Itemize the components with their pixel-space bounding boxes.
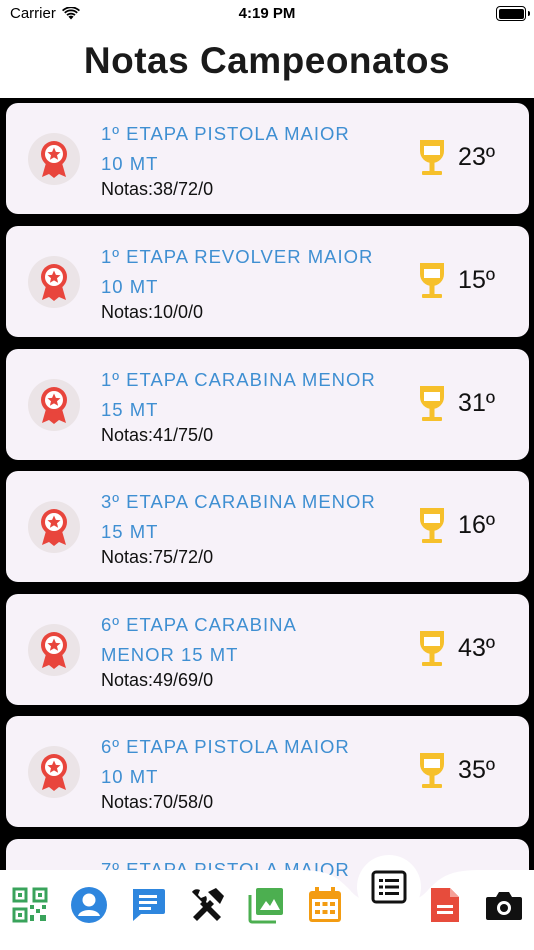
card-title-line2: 10 MT xyxy=(101,276,159,297)
card-placement: 31º xyxy=(418,383,495,423)
card-title: 6º ETAPA CARABINA MENOR 15 MT xyxy=(101,610,401,670)
card-title-line1: 1º ETAPA PISTOLA MAIOR xyxy=(101,123,350,144)
qr-code-icon[interactable] xyxy=(10,885,50,925)
card-notes: Notas:70/58/0 xyxy=(101,792,214,812)
status-bar: Carrier 4:19 PM xyxy=(0,0,534,30)
camera-icon[interactable] xyxy=(484,885,524,925)
battery-icon xyxy=(496,6,530,21)
card-notes: Notas:49/69/0 xyxy=(101,670,214,690)
card-notes: Notas:38/72/0 xyxy=(101,179,214,199)
card-title: 6º ETAPA PISTOLA MAIOR 10 MT xyxy=(101,732,401,792)
medal-badge-icon xyxy=(28,379,80,431)
pdf-icon[interactable] xyxy=(425,885,465,925)
trophy-icon xyxy=(420,508,445,543)
card-notes: Notas:10/0/0 xyxy=(101,302,204,322)
placement-value: 23º xyxy=(458,142,495,171)
placement-value: 43º xyxy=(458,633,495,662)
card-placement: 23º xyxy=(418,137,495,177)
card-title: 1º ETAPA REVOLVER MAIOR 10 MT xyxy=(101,242,401,302)
medal-badge-icon xyxy=(28,256,80,308)
card-title-line1: 3º ETAPA CARABINA MENOR xyxy=(101,491,376,512)
card-title: 1º ETAPA PISTOLA MAIOR 10 MT xyxy=(101,119,401,179)
calendar-icon[interactable] xyxy=(305,885,345,925)
card-placement: 35º xyxy=(418,750,495,790)
card-title-line2: 15 MT xyxy=(101,399,159,420)
profile-icon[interactable] xyxy=(69,885,109,925)
chat-icon[interactable] xyxy=(128,885,168,925)
page-title: Notas Campeonatos xyxy=(83,40,451,81)
medal-badge-icon xyxy=(28,624,80,676)
trophy-icon xyxy=(420,263,445,298)
card-title-line2: 10 MT xyxy=(101,153,159,174)
championship-card[interactable]: 1º ETAPA REVOLVER MAIOR 10 MT Notas:10/0… xyxy=(6,226,529,337)
card-title: 3º ETAPA CARABINA MENOR 15 MT xyxy=(101,487,401,547)
gallery-icon[interactable] xyxy=(246,885,286,925)
card-title-line1: 1º ETAPA CARABINA MENOR xyxy=(101,369,376,390)
championship-card[interactable]: 6º ETAPA PISTOLA MAIOR 10 MT Notas:70/58… xyxy=(6,716,529,827)
placement-value: 15º xyxy=(458,265,495,294)
championship-list[interactable]: 1º ETAPA PISTOLA MAIOR 10 MT Notas:38/72… xyxy=(0,98,534,950)
championship-card[interactable]: 1º ETAPA PISTOLA MAIOR 10 MT Notas:38/72… xyxy=(6,103,529,214)
medal-badge-icon xyxy=(28,133,80,185)
card-title-line1: 1º ETAPA REVOLVER MAIOR xyxy=(101,246,374,267)
card-title-line2: 10 MT xyxy=(101,766,159,787)
trophy-icon xyxy=(420,631,445,666)
card-title-line2: MENOR 15 MT xyxy=(101,644,239,665)
list-icon[interactable] xyxy=(357,855,421,919)
championship-card[interactable]: 6º ETAPA CARABINA MENOR 15 MT Notas:49/6… xyxy=(6,594,529,705)
placement-value: 31º xyxy=(458,388,495,417)
card-notes: Notas:41/75/0 xyxy=(101,425,214,445)
card-placement: 16º xyxy=(418,505,495,545)
bottom-navigation xyxy=(0,855,534,950)
card-title: 1º ETAPA CARABINA MENOR 15 MT xyxy=(101,365,401,425)
trophy-icon xyxy=(420,386,445,421)
trophy-icon xyxy=(420,140,445,175)
championship-card[interactable]: 3º ETAPA CARABINA MENOR 15 MT Notas:75/7… xyxy=(6,471,529,582)
card-notes: Notas:75/72/0 xyxy=(101,547,214,567)
placement-value: 16º xyxy=(458,510,495,539)
card-title-line2: 15 MT xyxy=(101,521,159,542)
card-title-line1: 6º ETAPA CARABINA xyxy=(101,614,297,635)
card-placement: 43º xyxy=(418,628,495,668)
card-placement: 15º xyxy=(418,260,495,300)
card-title-line1: 6º ETAPA PISTOLA MAIOR xyxy=(101,736,350,757)
placement-value: 35º xyxy=(458,755,495,784)
championship-card[interactable]: 1º ETAPA CARABINA MENOR 15 MT Notas:41/7… xyxy=(6,349,529,460)
tools-icon[interactable] xyxy=(187,885,227,925)
medal-badge-icon xyxy=(28,501,80,553)
medal-badge-icon xyxy=(28,746,80,798)
trophy-icon xyxy=(420,753,445,788)
clock: 4:19 PM xyxy=(238,5,296,22)
